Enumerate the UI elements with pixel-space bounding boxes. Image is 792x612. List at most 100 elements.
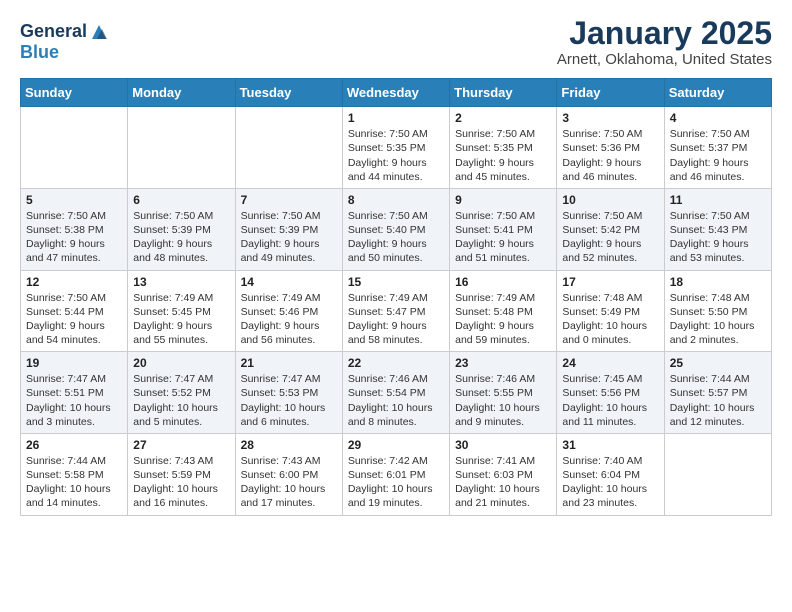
weekday-header: Thursday: [450, 79, 557, 107]
weekday-header: Friday: [557, 79, 664, 107]
day-info: Sunrise: 7:50 AMSunset: 5:37 PMDaylight:…: [670, 127, 766, 184]
calendar-day-cell: [235, 107, 342, 189]
day-number: 7: [241, 193, 337, 207]
calendar-week-row: 5 Sunrise: 7:50 AMSunset: 5:38 PMDaylight…: [21, 188, 772, 270]
day-number: 11: [670, 193, 766, 207]
day-info: Sunrise: 7:50 AMSunset: 5:39 PMDaylight:…: [133, 209, 229, 266]
calendar-day-cell: 29 Sunrise: 7:42 AMSunset: 6:01 PMDayligh…: [342, 433, 449, 515]
day-number: 1: [348, 111, 444, 125]
day-number: 6: [133, 193, 229, 207]
logo: General Blue: [20, 21, 111, 63]
day-number: 14: [241, 275, 337, 289]
day-info: Sunrise: 7:43 AMSunset: 6:00 PMDaylight:…: [241, 454, 337, 511]
day-number: 20: [133, 356, 229, 370]
day-info: Sunrise: 7:47 AMSunset: 5:51 PMDaylight:…: [26, 372, 122, 429]
day-info: Sunrise: 7:42 AMSunset: 6:01 PMDaylight:…: [348, 454, 444, 511]
day-info: Sunrise: 7:50 AMSunset: 5:39 PMDaylight:…: [241, 209, 337, 266]
weekday-header: Sunday: [21, 79, 128, 107]
day-number: 26: [26, 438, 122, 452]
calendar-day-cell: [664, 433, 771, 515]
day-number: 24: [562, 356, 658, 370]
calendar-day-cell: 14 Sunrise: 7:49 AMSunset: 5:46 PMDayligh…: [235, 270, 342, 352]
day-info: Sunrise: 7:44 AMSunset: 5:57 PMDaylight:…: [670, 372, 766, 429]
calendar-day-cell: 22Sunrise: 7:46 AMSunset: 5:54 PMDayligh…: [342, 352, 449, 434]
weekday-header-row: SundayMondayTuesdayWednesdayThursdayFrid…: [21, 79, 772, 107]
page: General Blue January 2025 Arnett, Oklaho…: [0, 0, 792, 612]
day-info: Sunrise: 7:40 AMSunset: 6:04 PMDaylight:…: [562, 454, 658, 511]
calendar-day-cell: 12 Sunrise: 7:50 AMSunset: 5:44 PMDayligh…: [21, 270, 128, 352]
calendar-day-cell: 28 Sunrise: 7:43 AMSunset: 6:00 PMDayligh…: [235, 433, 342, 515]
calendar-table: SundayMondayTuesdayWednesdayThursdayFrid…: [20, 78, 772, 515]
day-number: 28: [241, 438, 337, 452]
day-info: Sunrise: 7:48 AMSunset: 5:49 PMDaylight:…: [562, 291, 658, 348]
calendar-day-cell: 13 Sunrise: 7:49 AMSunset: 5:45 PMDayligh…: [128, 270, 235, 352]
day-number: 31: [562, 438, 658, 452]
day-number: 3: [562, 111, 658, 125]
calendar-week-row: 26 Sunrise: 7:44 AMSunset: 5:58 PMDayligh…: [21, 433, 772, 515]
calendar-day-cell: 20 Sunrise: 7:47 AMSunset: 5:52 PMDayligh…: [128, 352, 235, 434]
calendar-week-row: 1 Sunrise: 7:50 AMSunset: 5:35 PMDaylight…: [21, 107, 772, 189]
title-block: January 2025 Arnett, Oklahoma, United St…: [557, 16, 772, 68]
calendar-day-cell: 25 Sunrise: 7:44 AMSunset: 5:57 PMDayligh…: [664, 352, 771, 434]
day-info: Sunrise: 7:50 AMSunset: 5:42 PMDaylight:…: [562, 209, 658, 266]
day-number: 13: [133, 275, 229, 289]
day-info: Sunrise: 7:43 AMSunset: 5:59 PMDaylight:…: [133, 454, 229, 511]
day-info: Sunrise: 7:50 AMSunset: 5:43 PMDaylight:…: [670, 209, 766, 266]
header: General Blue January 2025 Arnett, Oklaho…: [20, 16, 772, 68]
day-info: Sunrise: 7:50 AMSunset: 5:40 PMDaylight:…: [348, 209, 444, 266]
calendar-week-row: 12 Sunrise: 7:50 AMSunset: 5:44 PMDayligh…: [21, 270, 772, 352]
calendar-day-cell: 26 Sunrise: 7:44 AMSunset: 5:58 PMDayligh…: [21, 433, 128, 515]
calendar-day-cell: 9Sunrise: 7:50 AMSunset: 5:41 PMDaylight…: [450, 188, 557, 270]
calendar-day-cell: [21, 107, 128, 189]
day-info: Sunrise: 7:50 AMSunset: 5:35 PMDaylight:…: [455, 127, 551, 184]
day-number: 2: [455, 111, 551, 125]
calendar-day-cell: 4Sunrise: 7:50 AMSunset: 5:37 PMDaylight…: [664, 107, 771, 189]
day-info: Sunrise: 7:46 AMSunset: 5:54 PMDaylight:…: [348, 372, 444, 429]
weekday-header: Monday: [128, 79, 235, 107]
day-number: 12: [26, 275, 122, 289]
logo-general: General: [20, 21, 87, 41]
day-info: Sunrise: 7:50 AMSunset: 5:44 PMDaylight:…: [26, 291, 122, 348]
calendar-day-cell: 31 Sunrise: 7:40 AMSunset: 6:04 PMDayligh…: [557, 433, 664, 515]
calendar-day-cell: 5 Sunrise: 7:50 AMSunset: 5:38 PMDaylight…: [21, 188, 128, 270]
day-info: Sunrise: 7:41 AMSunset: 6:03 PMDaylight:…: [455, 454, 551, 511]
weekday-header: Tuesday: [235, 79, 342, 107]
day-number: 18: [670, 275, 766, 289]
calendar-day-cell: 18 Sunrise: 7:48 AMSunset: 5:50 PMDayligh…: [664, 270, 771, 352]
day-info: Sunrise: 7:50 AMSunset: 5:36 PMDaylight:…: [562, 127, 658, 184]
calendar-day-cell: 30Sunrise: 7:41 AMSunset: 6:03 PMDayligh…: [450, 433, 557, 515]
calendar-week-row: 19 Sunrise: 7:47 AMSunset: 5:51 PMDayligh…: [21, 352, 772, 434]
calendar-day-cell: 11 Sunrise: 7:50 AMSunset: 5:43 PMDayligh…: [664, 188, 771, 270]
day-info: Sunrise: 7:46 AMSunset: 5:55 PMDaylight:…: [455, 372, 551, 429]
calendar-day-cell: 3 Sunrise: 7:50 AMSunset: 5:36 PMDaylight…: [557, 107, 664, 189]
day-number: 27: [133, 438, 229, 452]
day-info: Sunrise: 7:44 AMSunset: 5:58 PMDaylight:…: [26, 454, 122, 511]
day-number: 15: [348, 275, 444, 289]
day-info: Sunrise: 7:49 AMSunset: 5:47 PMDaylight:…: [348, 291, 444, 348]
day-info: Sunrise: 7:45 AMSunset: 5:56 PMDaylight:…: [562, 372, 658, 429]
day-number: 8: [348, 193, 444, 207]
calendar-day-cell: 19 Sunrise: 7:47 AMSunset: 5:51 PMDayligh…: [21, 352, 128, 434]
day-number: 16: [455, 275, 551, 289]
day-info: Sunrise: 7:49 AMSunset: 5:46 PMDaylight:…: [241, 291, 337, 348]
day-info: Sunrise: 7:50 AMSunset: 5:38 PMDaylight:…: [26, 209, 122, 266]
calendar-day-cell: 23Sunrise: 7:46 AMSunset: 5:55 PMDayligh…: [450, 352, 557, 434]
calendar-day-cell: 27 Sunrise: 7:43 AMSunset: 5:59 PMDayligh…: [128, 433, 235, 515]
calendar-day-cell: 7 Sunrise: 7:50 AMSunset: 5:39 PMDaylight…: [235, 188, 342, 270]
day-info: Sunrise: 7:48 AMSunset: 5:50 PMDaylight:…: [670, 291, 766, 348]
day-number: 29: [348, 438, 444, 452]
day-info: Sunrise: 7:49 AMSunset: 5:48 PMDaylight:…: [455, 291, 551, 348]
calendar-day-cell: 8 Sunrise: 7:50 AMSunset: 5:40 PMDaylight…: [342, 188, 449, 270]
calendar-day-cell: [128, 107, 235, 189]
calendar-day-cell: 24 Sunrise: 7:45 AMSunset: 5:56 PMDayligh…: [557, 352, 664, 434]
day-info: Sunrise: 7:49 AMSunset: 5:45 PMDaylight:…: [133, 291, 229, 348]
day-number: 25: [670, 356, 766, 370]
logo-blue: Blue: [20, 42, 59, 62]
day-number: 5: [26, 193, 122, 207]
day-number: 17: [562, 275, 658, 289]
day-number: 19: [26, 356, 122, 370]
day-info: Sunrise: 7:50 AMSunset: 5:35 PMDaylight:…: [348, 127, 444, 184]
location-subtitle: Arnett, Oklahoma, United States: [557, 51, 772, 68]
day-info: Sunrise: 7:47 AMSunset: 5:52 PMDaylight:…: [133, 372, 229, 429]
day-number: 9: [455, 193, 551, 207]
